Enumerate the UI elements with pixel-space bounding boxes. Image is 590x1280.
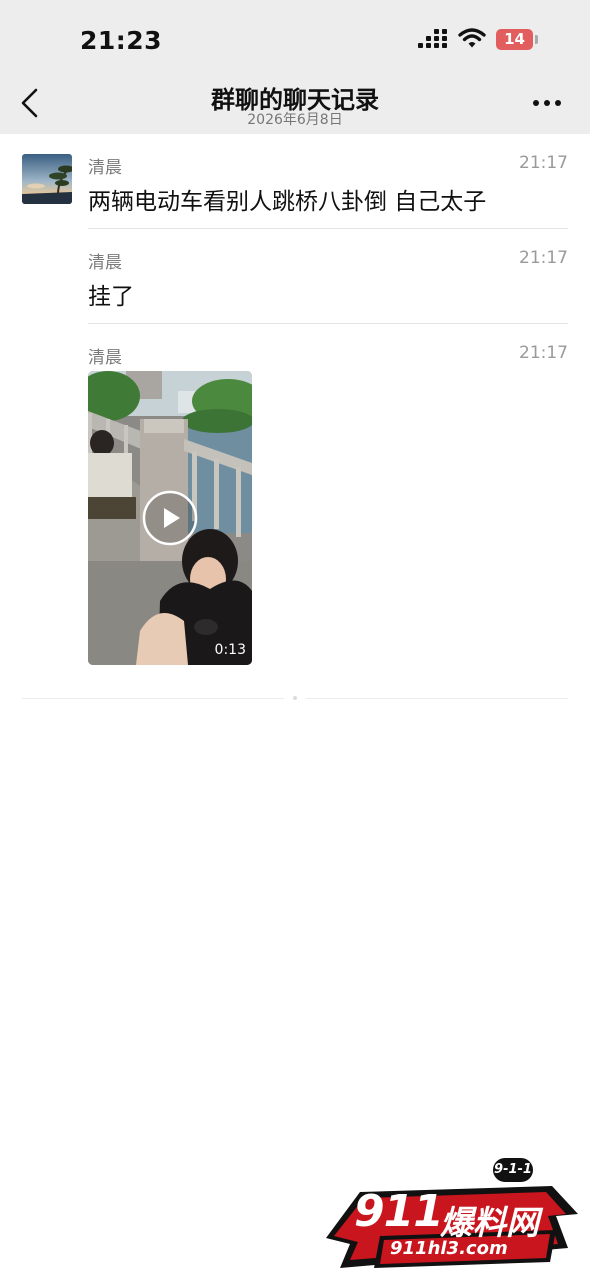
message-time: 21:17: [519, 153, 568, 173]
play-icon[interactable]: [142, 490, 198, 546]
message-item: 清晨 21:17: [88, 343, 568, 369]
video-duration: 0:13: [214, 642, 246, 658]
header-area: 21:23 14 群聊的聊天记录 2026年6月8日: [0, 0, 590, 134]
message-text: 挂了: [88, 284, 134, 310]
watermark-logo: 911 爆料网 911hl3.com 9-1-1: [320, 1152, 582, 1272]
cellular-signal-icon: [418, 29, 448, 49]
battery-cap: [535, 35, 538, 44]
video-message[interactable]: 0:13: [88, 371, 252, 665]
watermark-name: 爆料网: [440, 1203, 539, 1242]
watermark-number: 911: [354, 1186, 444, 1237]
sender-name: 清晨: [88, 253, 122, 273]
watermark-url: 911hl3.com: [390, 1238, 508, 1259]
message-text: 两辆电动车看别人跳桥八卦倒 自己太子: [88, 189, 487, 215]
end-divider-dot: [293, 696, 297, 700]
wifi-icon: [458, 28, 486, 48]
sender-name: 清晨: [88, 158, 122, 178]
sender-name: 清晨: [88, 348, 122, 368]
watermark-badge: 9-1-1: [490, 1155, 536, 1185]
message-divider: [88, 323, 568, 324]
end-divider-right: [306, 698, 568, 699]
chat-date: 2026年6月8日: [247, 112, 343, 128]
message-time: 21:17: [519, 248, 568, 268]
message-item[interactable]: 清晨 21:17 两辆电动车看别人跳桥八卦倒 自己太子: [88, 153, 568, 223]
message-item[interactable]: 清晨 21:17 挂了: [88, 248, 568, 318]
message-time: 21:17: [519, 343, 568, 363]
sender-avatar[interactable]: [22, 154, 72, 204]
end-divider-left: [22, 698, 284, 699]
message-divider: [88, 228, 568, 229]
more-options-icon[interactable]: [533, 100, 563, 108]
status-time: 21:23: [80, 26, 163, 55]
battery-indicator: 14: [496, 29, 533, 50]
